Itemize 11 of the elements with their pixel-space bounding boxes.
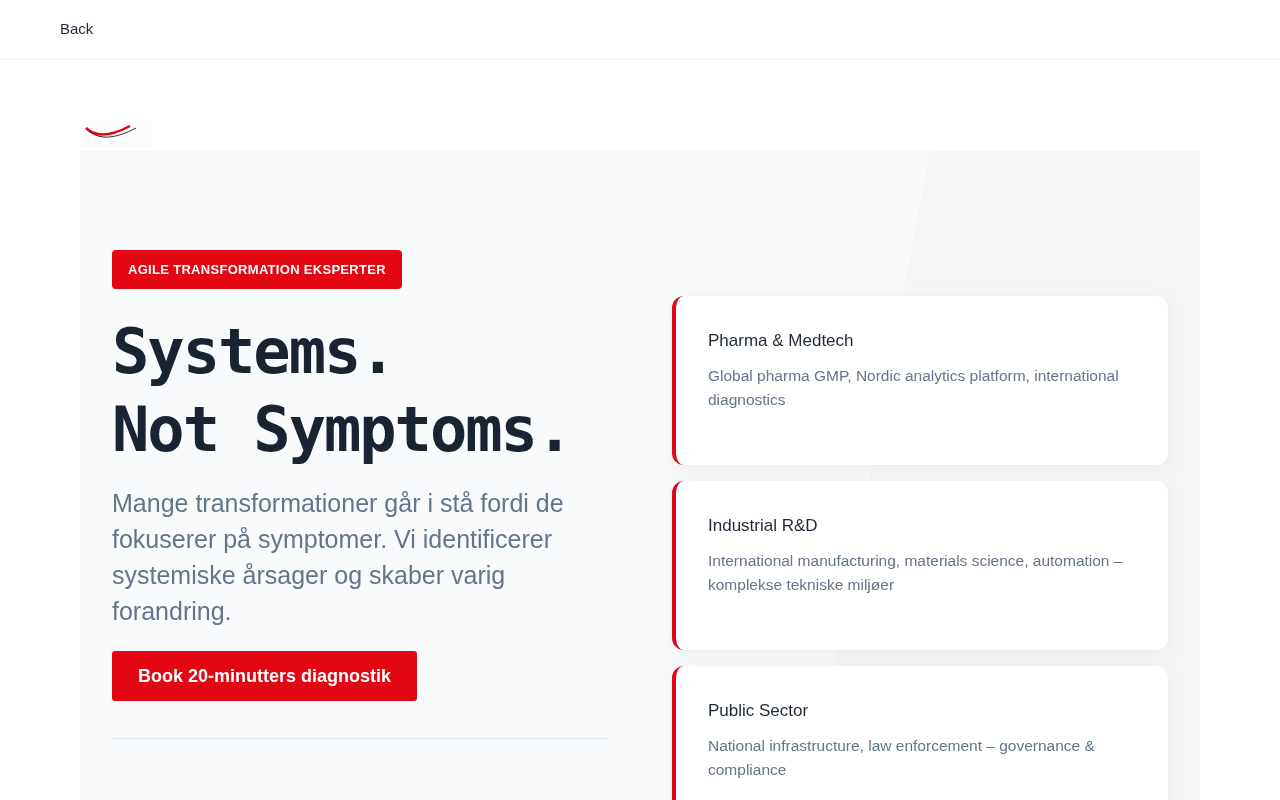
sector-title: Industrial R&D	[708, 515, 819, 537]
sector-title: Pharma & Medtech	[708, 330, 855, 352]
category-badge: AGILE TRANSFORMATION EKSPERTER	[112, 250, 402, 289]
hero-description: Mange transformationer går i stå fordi de fokuserer på symptomer. Vi identificerer systemiske årsager og skaber varig forandring.	[112, 488, 565, 627]
sector-description: International manufacturing, materials science, automation – komplekse tekniske miljøer	[708, 550, 1124, 595]
back-link[interactable]: Back	[60, 18, 94, 41]
book-diagnostic-button[interactable]: Book 20-minutters diagnostik	[112, 651, 418, 701]
hero-heading: Systems. Not Symptoms.	[112, 314, 572, 468]
sector-description: Global pharma GMP, Nordic analytics platform, international diagnostics	[708, 365, 1120, 410]
sector-description: National infrastructure, law enforcement – governance & compliance	[708, 735, 1096, 780]
sector-title: Public Sector	[708, 700, 810, 722]
